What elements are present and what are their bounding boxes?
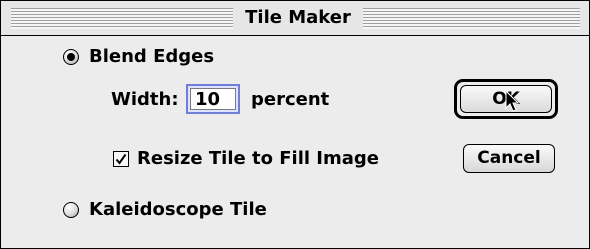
arrow-cursor-icon	[505, 90, 520, 112]
width-label: Width:	[111, 89, 179, 110]
width-field[interactable]: 10	[186, 84, 240, 114]
kaleidoscope-tile-radio[interactable]	[63, 202, 79, 218]
title-bar-stripes-left	[11, 8, 233, 29]
dialog-title: Tile Maker	[245, 7, 351, 28]
checkmark-icon	[115, 153, 127, 165]
dialog-content: Blend Edges Width: 10 percent Resize Til…	[1, 36, 589, 248]
radio-selected-dot	[67, 53, 75, 61]
title-bar[interactable]: Tile Maker	[1, 1, 589, 36]
cancel-button[interactable]: Cancel	[463, 144, 555, 173]
kaleidoscope-tile-label[interactable]: Kaleidoscope Tile	[89, 199, 267, 221]
blend-edges-radio[interactable]	[63, 49, 79, 65]
width-input[interactable]: 10	[190, 88, 236, 110]
tile-maker-dialog: Tile Maker Blend Edges Width: 10 percent…	[0, 0, 590, 249]
blend-edges-label[interactable]: Blend Edges	[89, 46, 214, 68]
width-unit-label: percent	[251, 89, 330, 110]
resize-tile-checkbox[interactable]	[113, 151, 129, 167]
resize-tile-label[interactable]: Resize Tile to Fill Image	[137, 148, 379, 170]
title-bar-stripes-right	[363, 8, 580, 29]
